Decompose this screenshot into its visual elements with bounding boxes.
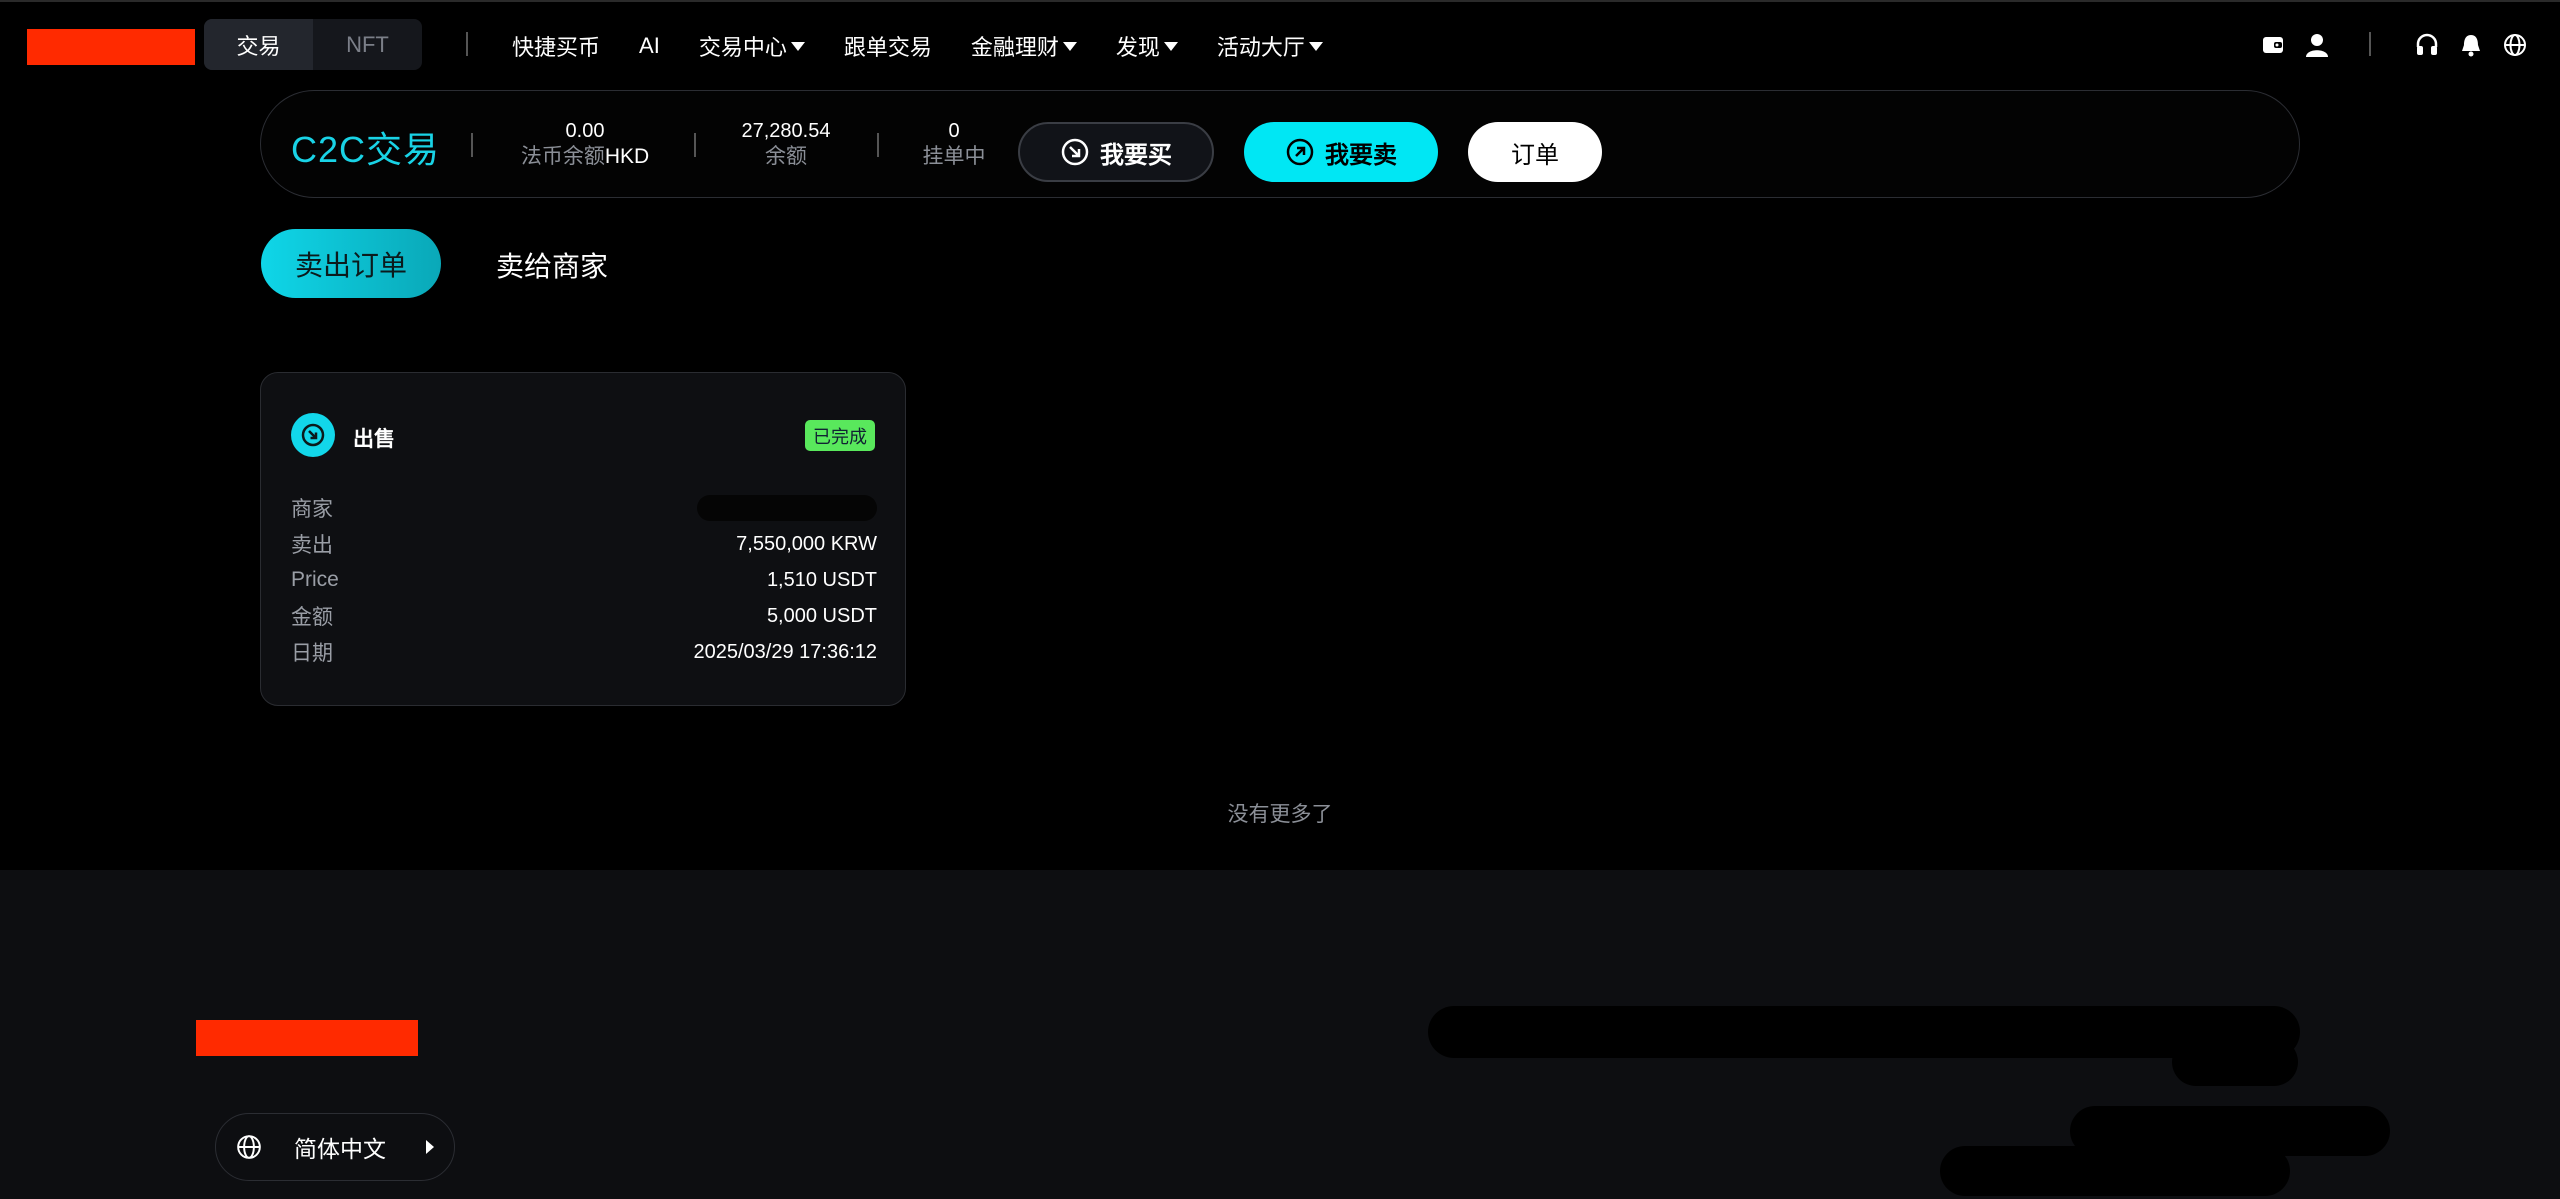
merchant-name-redacted [697, 495, 877, 521]
nav-quick-buy[interactable]: 快捷买币 [512, 30, 600, 62]
segment-trade[interactable]: 交易 [204, 19, 313, 70]
language-selector[interactable]: 简体中文 [215, 1113, 455, 1181]
globe-icon[interactable] [2498, 28, 2532, 62]
footer-logo-redacted [196, 1020, 418, 1056]
order-row-amount: 金额 5,000 USDT [291, 598, 877, 634]
caret-down-icon [1308, 41, 1323, 51]
nav-divider [466, 32, 468, 56]
row-label: 商家 [291, 498, 333, 521]
mode-switch: 交易 NFT [204, 19, 422, 70]
wallet-icon[interactable] [2256, 28, 2290, 62]
c2c-summary-bar: C2C交易 0.00 法币余额HKD 27,280.54 余额 0 挂单中 我要… [260, 90, 2300, 198]
bell-icon[interactable] [2454, 28, 2488, 62]
sell-order-icon [291, 413, 335, 457]
row-label: 金额 [291, 606, 333, 629]
nav-discover[interactable]: 发现 [1116, 30, 1178, 62]
order-row-sold: 卖出 7,550,000 KRW [291, 526, 877, 562]
caret-down-icon [790, 41, 805, 51]
nav-divider [2369, 32, 2371, 56]
order-row-date: 日期 2025/03/29 17:36:12 [291, 634, 877, 670]
nav-trade-center[interactable]: 交易中心 [699, 30, 805, 62]
redacted-region [1940, 1146, 2290, 1196]
user-icon[interactable] [2300, 28, 2334, 62]
status-badge: 已完成 [805, 420, 875, 451]
account-icons [2256, 28, 2334, 62]
balance-label: 余额 [765, 145, 807, 168]
caret-down-icon [1062, 41, 1077, 51]
bar-divider [471, 133, 473, 157]
orders-button[interactable]: 订单 [1468, 122, 1602, 182]
bar-divider [694, 133, 696, 157]
order-row-merchant: 商家 [291, 490, 877, 526]
pending-orders-stat: 0 挂单中 [919, 119, 989, 171]
globe-icon [237, 1135, 261, 1159]
order-row-price: Price 1,510 USDT [291, 562, 877, 598]
buy-button[interactable]: 我要买 [1018, 122, 1214, 182]
fiat-balance-stat: 0.00 法币余额HKD [520, 119, 650, 171]
order-card[interactable]: 出售 已完成 商家 卖出 7,550,000 KRW Price 1,510 U… [260, 372, 906, 706]
nav-ai[interactable]: AI [639, 33, 660, 59]
row-value: 7,550,000 KRW [736, 532, 877, 555]
utility-icons [2410, 28, 2532, 62]
row-value: 1,510 USDT [766, 568, 877, 591]
row-label: Price [291, 568, 339, 591]
bar-divider [877, 133, 879, 157]
top-navigation: 交易 NFT 快捷买币 AI 交易中心 跟单交易 金融理财 发现 活动大厅 [0, 0, 2560, 88]
caret-down-icon [1163, 41, 1178, 51]
segment-nft[interactable]: NFT [313, 19, 422, 70]
balance-stat: 27,280.54 余额 [731, 119, 841, 171]
nav-copy-trading[interactable]: 跟单交易 [844, 30, 932, 62]
arrow-up-right-icon [1286, 138, 1314, 166]
row-value: 5,000 USDT [766, 604, 877, 627]
balance-value: 27,280.54 [741, 120, 831, 142]
fiat-balance-value: 0.00 [565, 120, 605, 142]
pending-orders-label: 挂单中 [922, 145, 986, 168]
row-label: 卖出 [291, 534, 333, 557]
redacted-region [2172, 1038, 2298, 1086]
arrow-down-right-icon [1061, 138, 1089, 166]
row-value: 2025/03/29 17:36:12 [693, 640, 877, 663]
pending-orders-value: 0 [948, 120, 960, 142]
headset-icon[interactable] [2410, 28, 2444, 62]
footer: 简体中文 [0, 870, 2560, 1199]
tab-sell-orders[interactable]: 卖出订单 [261, 229, 441, 298]
list-end-text: 没有更多了 [1227, 803, 1333, 826]
fiat-balance-label: 法币余额HKD [520, 145, 650, 168]
order-type: 出售 [353, 428, 395, 451]
sell-button[interactable]: 我要卖 [1244, 122, 1438, 182]
chevron-right-icon [426, 1140, 434, 1154]
row-label: 日期 [291, 642, 333, 665]
nav-finance[interactable]: 金融理财 [971, 30, 1077, 62]
logo-redacted[interactable] [27, 29, 195, 65]
language-label: 简体中文 [294, 1136, 386, 1162]
redacted-region [1428, 1006, 2300, 1058]
tab-sell-to-merchant[interactable]: 卖给商家 [496, 245, 608, 285]
nav-events[interactable]: 活动大厅 [1217, 30, 1323, 62]
page-title: C2C交易 [291, 129, 441, 170]
main-nav: 快捷买币 AI 交易中心 跟单交易 金融理财 发现 活动大厅 [512, 26, 1362, 66]
